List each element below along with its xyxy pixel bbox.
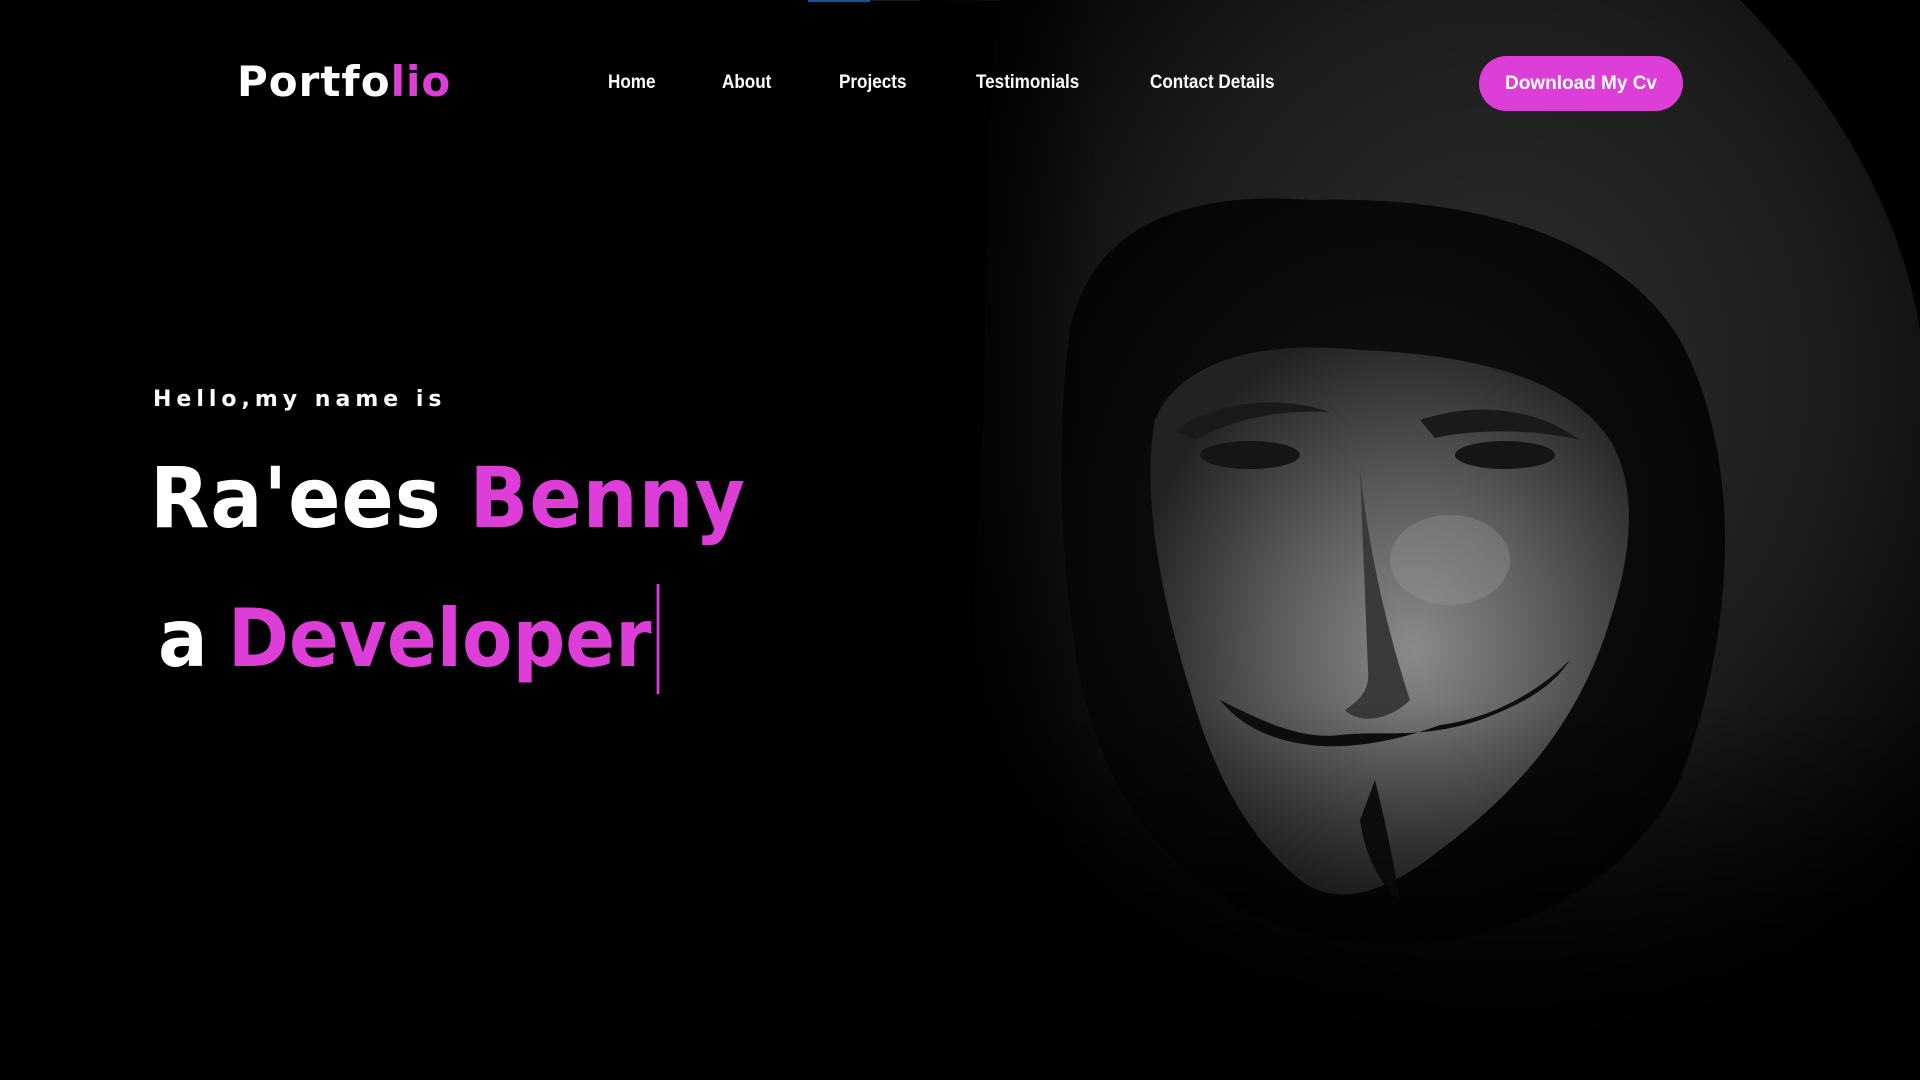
hero-last-name: Benny bbox=[469, 449, 746, 547]
nav-link-projects[interactable]: Projects bbox=[839, 70, 906, 96]
hero-role-word: Developer bbox=[227, 592, 652, 685]
hero-greeting: Hello,my name is bbox=[153, 387, 447, 412]
nav-link-home[interactable]: Home bbox=[608, 70, 656, 96]
nav-link-testimonials[interactable]: Testimonials bbox=[976, 70, 1079, 96]
typing-cursor bbox=[657, 584, 660, 694]
navbar: Portfolio Home About Projects Testimonia… bbox=[0, 0, 1920, 166]
download-cv-button[interactable]: Download My Cv bbox=[1479, 56, 1683, 111]
hero-name: Ra'ees Benny bbox=[150, 446, 746, 550]
logo-main-text: Portfo bbox=[237, 57, 391, 106]
logo[interactable]: Portfolio bbox=[237, 56, 451, 108]
logo-accent-text: lio bbox=[390, 57, 452, 106]
hero-role-prefix: a bbox=[158, 592, 208, 685]
hero-first-name: Ra'ees bbox=[150, 449, 442, 547]
hero-role-line: a Developer bbox=[158, 584, 660, 694]
nav-link-contact-details[interactable]: Contact Details bbox=[1150, 70, 1274, 96]
portfolio-page: Portfolio Home About Projects Testimonia… bbox=[0, 0, 1920, 1080]
nav-link-about[interactable]: About bbox=[722, 70, 771, 96]
